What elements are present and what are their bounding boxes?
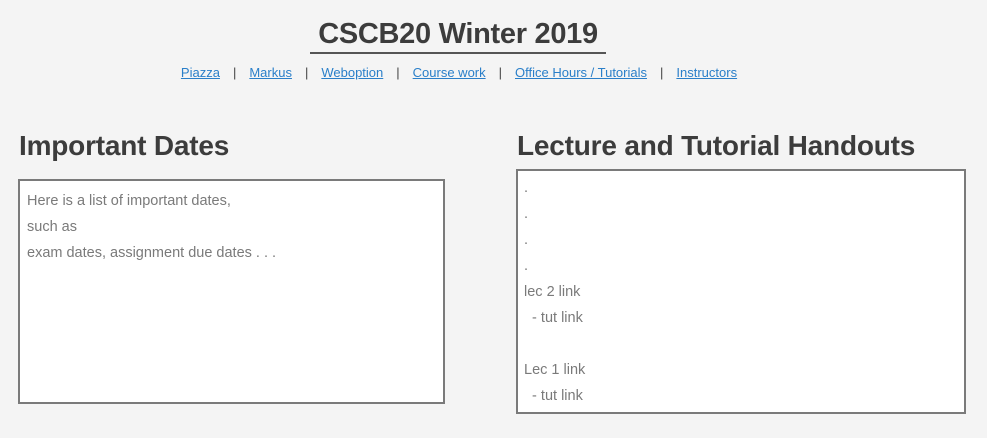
nav-bar: Piazza | Markus | Weboption | Course work | Offi…: [0, 64, 918, 82]
important-dates-line: such as: [27, 219, 77, 235]
important-dates-box[interactable]: Here is a list of important dates, such …: [18, 179, 445, 404]
nav-link-office-hours-tutorials[interactable]: Office Hours / Tutorials: [515, 65, 647, 80]
tut-prefix: -: [524, 310, 541, 326]
handouts-dot: .: [524, 206, 529, 222]
nav-separator: |: [232, 65, 237, 80]
lec1-link[interactable]: Lec 1 link: [524, 362, 585, 378]
important-dates-line: exam dates, assignment due dates . . .: [27, 245, 277, 261]
page-title: CSCB20 Winter 2019: [310, 16, 606, 54]
important-dates-line: Here is a list of important dates,: [27, 193, 231, 209]
nav-link-instructors[interactable]: Instructors: [676, 65, 737, 80]
handouts-row-lec2: lec 2 link: [524, 279, 964, 305]
handouts-box[interactable]: . . . . lec 2 link - tut link Lec 1 link…: [516, 169, 966, 414]
nav-link-piazza[interactable]: Piazza: [181, 65, 220, 80]
handouts-dot: .: [524, 180, 529, 196]
nav-link-markus[interactable]: Markus: [249, 65, 292, 80]
nav-separator: |: [396, 65, 400, 80]
handouts-row-lec2-tut: - tut link: [524, 305, 964, 331]
nav-link-course-work[interactable]: Course work: [413, 65, 486, 80]
handouts-dot: .: [524, 258, 529, 274]
nav-separator: |: [304, 65, 309, 80]
tut-prefix: -: [524, 388, 541, 404]
handouts-dot: .: [524, 232, 529, 248]
nav-link-weboption[interactable]: Weboption: [321, 65, 383, 80]
nav-separator: |: [498, 65, 503, 80]
handouts-row-lec1-tut: - tut link: [524, 383, 964, 409]
lec1-tut-link[interactable]: tut link: [541, 388, 583, 404]
important-dates-heading: Important Dates: [19, 130, 230, 161]
lec2-tut-link[interactable]: tut link: [541, 310, 583, 326]
page: CSCB20 Winter 2019 Piazza | Markus | Webopti…: [0, 0, 987, 438]
handouts-row-lec1: Lec 1 link: [524, 357, 964, 383]
lec2-link[interactable]: lec 2 link: [524, 284, 580, 300]
handouts-heading: Lecture and Tutorial Handouts: [517, 130, 916, 161]
handouts-blank-line: [524, 331, 964, 357]
nav-separator: |: [660, 65, 664, 80]
